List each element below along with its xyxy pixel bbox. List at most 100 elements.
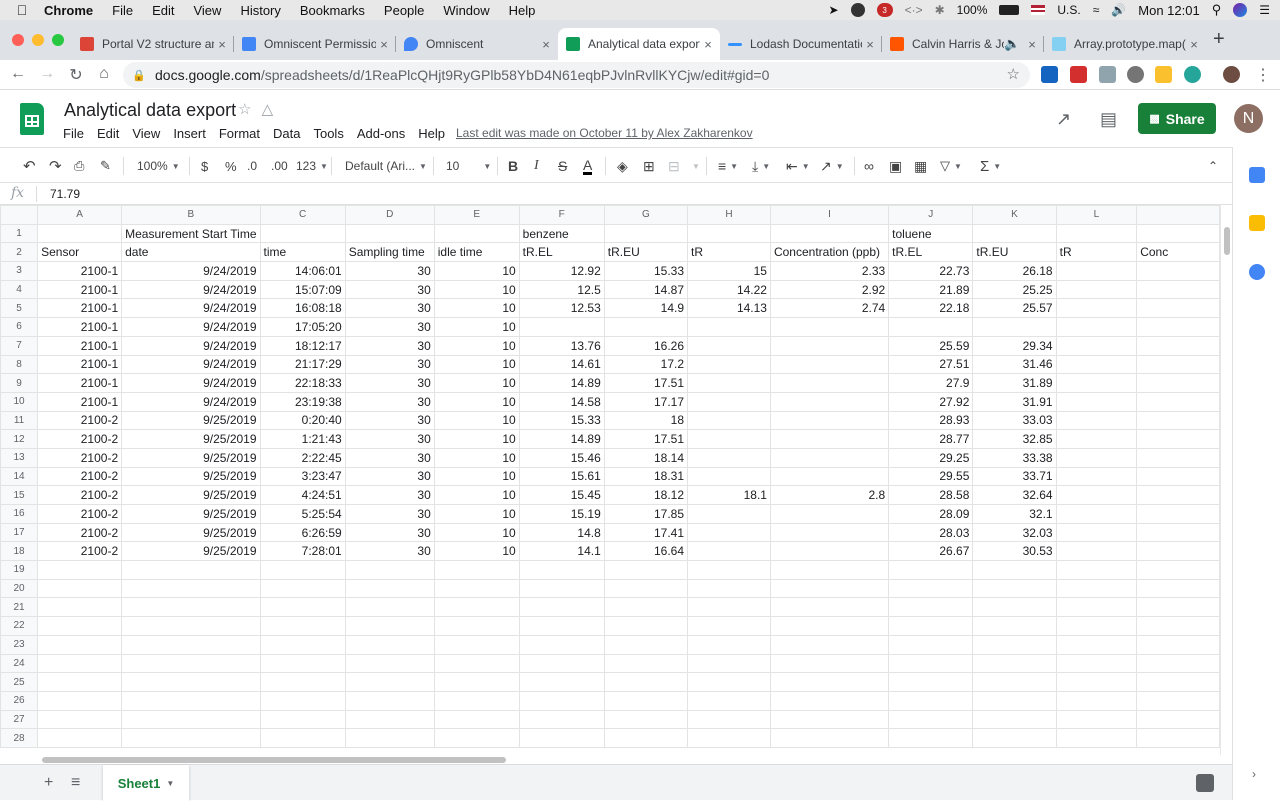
check-circle-icon[interactable]	[850, 3, 865, 17]
tab-calvin-harris[interactable]: Calvin Harris & Jo 🔈 ×	[882, 28, 1044, 60]
cell[interactable]: tR.EU	[972, 242, 1057, 263]
cell[interactable]: 30	[344, 466, 435, 487]
cell[interactable]	[972, 728, 1057, 748]
text-color-button[interactable]: A	[583, 157, 593, 175]
cell[interactable]	[687, 335, 771, 356]
cell[interactable]	[888, 634, 974, 655]
cell[interactable]	[888, 317, 974, 337]
column-header[interactable]: L	[1055, 205, 1138, 225]
cell[interactable]: 32.03	[972, 522, 1057, 543]
cell[interactable]: 28.93	[888, 410, 974, 431]
cell[interactable]: 21:17:29	[259, 354, 346, 375]
cell[interactable]	[518, 634, 605, 655]
reload-icon[interactable]: ↻	[66, 65, 86, 85]
cell[interactable]	[1136, 279, 1220, 300]
select-all-corner[interactable]	[0, 205, 39, 225]
insert-comment-icon[interactable]: ▣	[889, 157, 902, 175]
cell[interactable]	[1055, 410, 1138, 431]
cell[interactable]: 14.87	[603, 279, 689, 300]
cell[interactable]	[1055, 597, 1138, 618]
cell[interactable]	[344, 672, 435, 692]
row-header[interactable]: 27	[0, 709, 39, 730]
cell[interactable]	[769, 709, 890, 730]
cell[interactable]	[1136, 653, 1220, 674]
cell[interactable]	[1055, 541, 1138, 562]
cell[interactable]: 18.31	[603, 466, 689, 487]
wifi-icon[interactable]: ≈	[1093, 3, 1100, 17]
menu-view[interactable]: View	[132, 126, 160, 141]
cell[interactable]: 27.9	[888, 373, 974, 393]
cell[interactable]: 18:12:17	[259, 335, 346, 356]
spotlight-search-icon[interactable]: ⚲	[1212, 2, 1222, 18]
cell[interactable]	[1136, 223, 1220, 244]
cell[interactable]: 14.89	[518, 373, 605, 393]
cell[interactable]	[1055, 317, 1138, 337]
cell[interactable]	[1136, 317, 1220, 337]
cell[interactable]: 2.92	[769, 279, 890, 300]
cell[interactable]: 28.09	[888, 504, 974, 524]
cell[interactable]	[972, 317, 1057, 337]
row-header[interactable]: 10	[0, 391, 39, 412]
cell[interactable]: date	[121, 242, 261, 263]
cell[interactable]	[37, 653, 123, 674]
cell[interactable]	[1136, 485, 1220, 505]
cell[interactable]	[603, 578, 689, 599]
cell[interactable]: 29.25	[888, 447, 974, 468]
cell[interactable]: 2100-2	[37, 410, 123, 431]
row-header[interactable]: 20	[0, 578, 39, 599]
cell[interactable]	[259, 653, 346, 674]
cell[interactable]: 18.1	[687, 485, 771, 505]
code-brackets-icon[interactable]: <·>	[905, 3, 923, 17]
cell[interactable]	[1055, 690, 1138, 711]
row-header[interactable]: 21	[0, 597, 39, 618]
siri-icon[interactable]	[1233, 3, 1248, 17]
cell[interactable]: 22.18	[888, 298, 974, 319]
cell[interactable]: 30	[344, 391, 435, 412]
input-source-label[interactable]: U.S.	[1057, 3, 1080, 17]
cell[interactable]	[1055, 391, 1138, 412]
cell[interactable]	[687, 522, 771, 543]
cell[interactable]: 17.41	[603, 522, 689, 543]
cell[interactable]: 14.22	[687, 279, 771, 300]
cell[interactable]	[1055, 298, 1138, 319]
notification-center-icon[interactable]: ☰	[1259, 3, 1270, 17]
cell[interactable]	[769, 429, 890, 449]
cell[interactable]	[37, 728, 123, 748]
cell[interactable]: Conc	[1136, 242, 1220, 263]
cell[interactable]	[769, 672, 890, 692]
battery-percent[interactable]: 100%	[957, 3, 988, 17]
collapse-menu-chevron-up-icon[interactable]: ⌃	[1208, 157, 1218, 175]
cell[interactable]: tR	[1055, 242, 1138, 263]
cell[interactable]	[433, 653, 520, 674]
cell[interactable]: 2.8	[769, 485, 890, 505]
cell[interactable]	[769, 410, 890, 431]
cell[interactable]	[37, 690, 123, 711]
cell[interactable]	[769, 447, 890, 468]
cell[interactable]	[972, 223, 1057, 244]
cell[interactable]	[433, 728, 520, 748]
cell[interactable]: 33.03	[972, 410, 1057, 431]
column-header[interactable]: I	[769, 205, 890, 225]
cell[interactable]	[1136, 298, 1220, 319]
cell[interactable]: 23:19:38	[259, 391, 346, 412]
cell[interactable]: 28.77	[888, 429, 974, 449]
cell-table[interactable]: ABCDEFGHIJKL 1 Measurement Start Time benz…	[0, 205, 1220, 748]
cell[interactable]: 10	[433, 466, 520, 487]
cell[interactable]: Sensor	[37, 242, 123, 263]
cell[interactable]	[1055, 447, 1138, 468]
cell[interactable]: 10	[433, 410, 520, 431]
flag-icon[interactable]	[1031, 5, 1046, 15]
cell[interactable]	[888, 728, 974, 748]
cell[interactable]: 10	[433, 335, 520, 356]
row-header[interactable]: 17	[0, 522, 39, 543]
cell[interactable]	[687, 373, 771, 393]
cell[interactable]: 10	[433, 317, 520, 337]
tab-omniscent-permissions[interactable]: Omniscent Permission ×	[234, 28, 396, 60]
back-arrow-icon[interactable]: ←	[8, 65, 28, 83]
cell[interactable]	[259, 634, 346, 655]
cell[interactable]: 9/25/2019	[121, 522, 261, 543]
vertical-scrollbar[interactable]	[1220, 205, 1232, 755]
cell[interactable]: 1:21:43	[259, 429, 346, 449]
cell[interactable]	[1055, 466, 1138, 487]
text-wrapping-icon[interactable]: ⇤ ▼	[786, 157, 810, 175]
